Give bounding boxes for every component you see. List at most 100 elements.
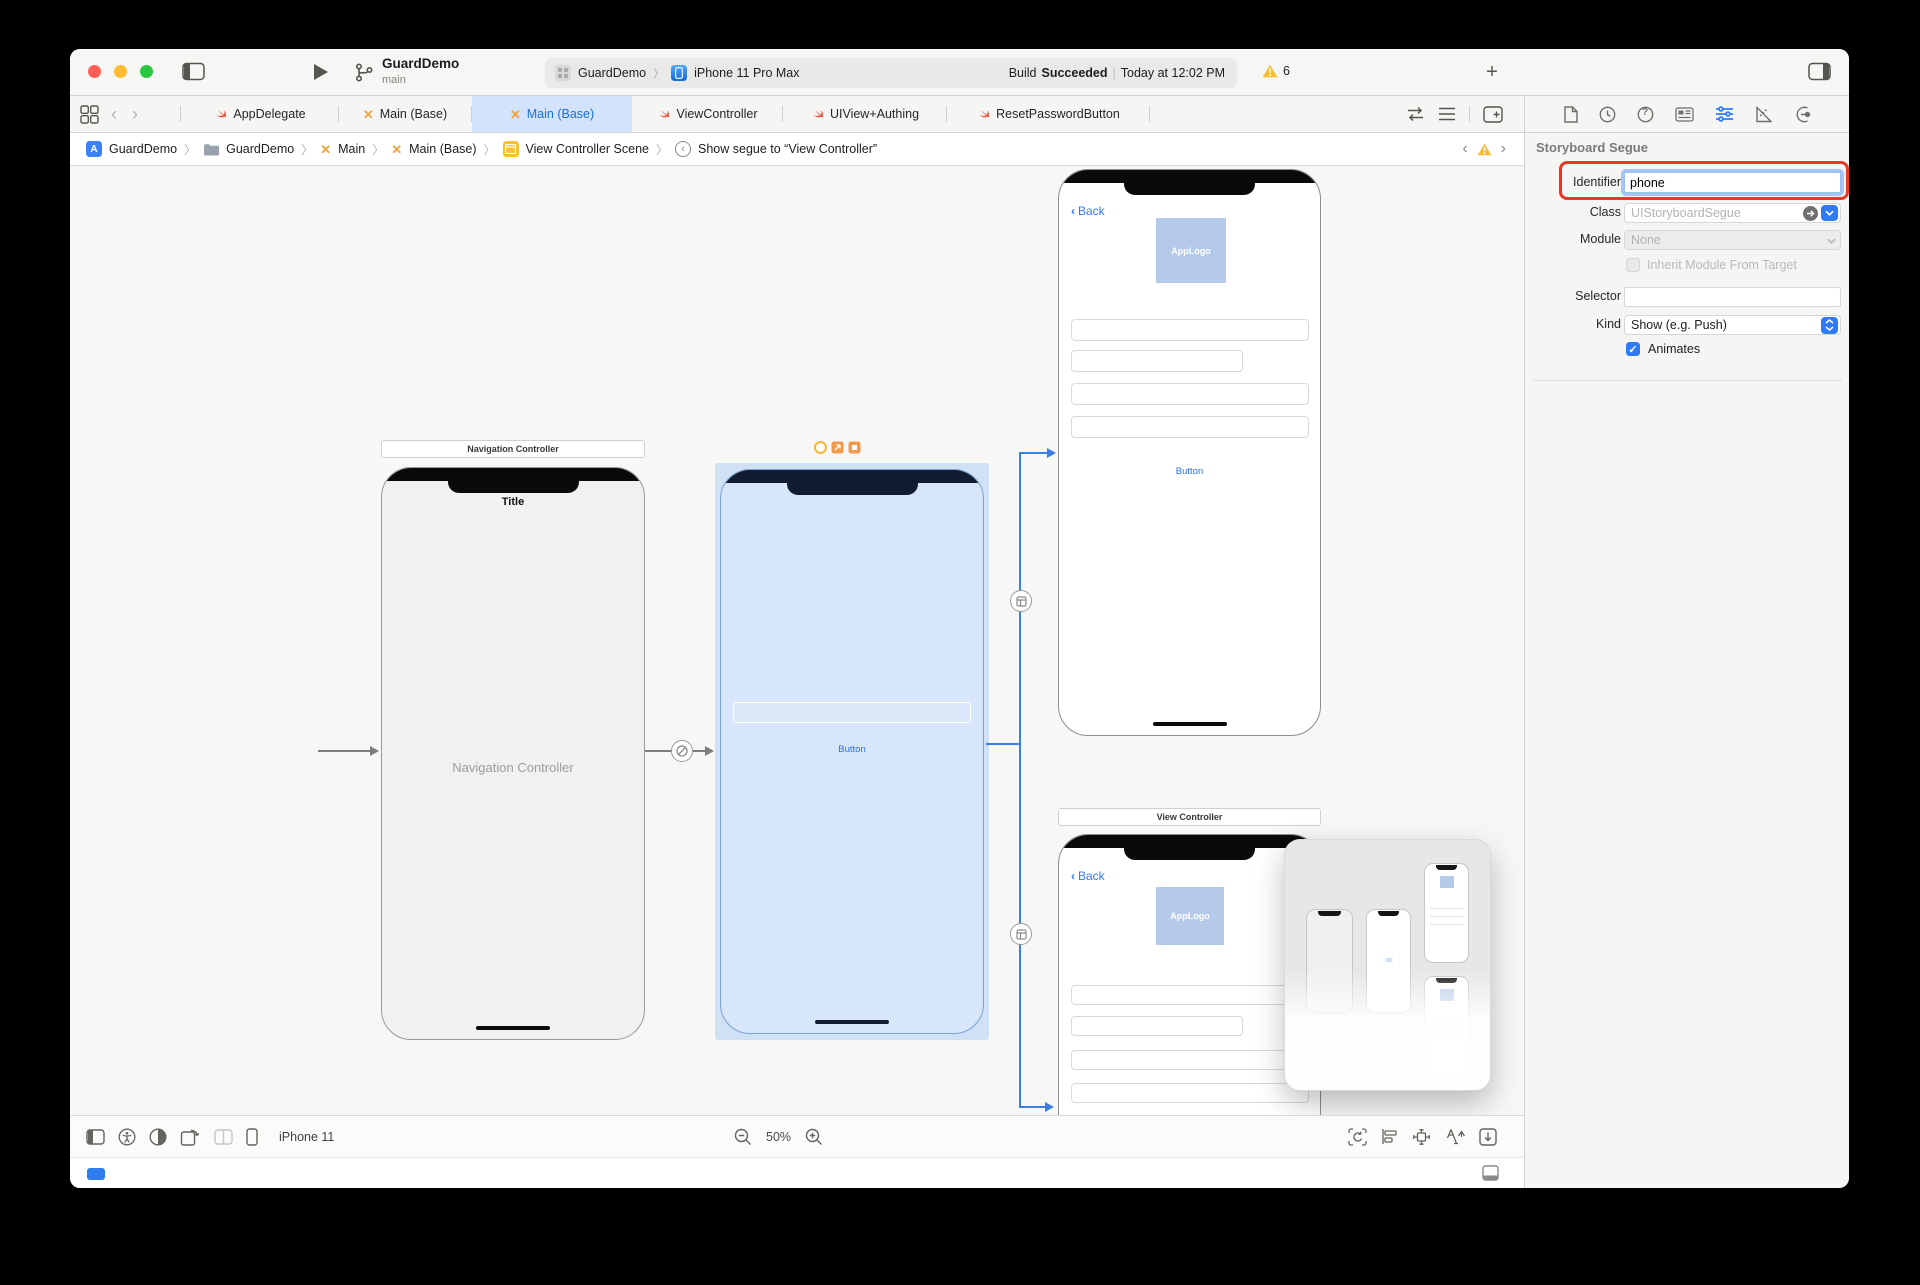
help-inspector-icon[interactable]: ? bbox=[1637, 106, 1654, 123]
tab-main-base-2-selected[interactable]: ✕ Main (Base) bbox=[472, 96, 632, 132]
class-combobox[interactable]: UIStoryboardSegue bbox=[1624, 203, 1841, 223]
connections-inspector-icon[interactable] bbox=[1793, 106, 1811, 123]
split-view-icon[interactable] bbox=[214, 1129, 233, 1145]
back-button[interactable]: ‹Back bbox=[1071, 204, 1105, 218]
text-field[interactable] bbox=[1071, 1050, 1309, 1070]
left-sidebar-toggle-icon[interactable] bbox=[182, 62, 206, 82]
vc-scene-titlebar[interactable]: View Controller bbox=[1058, 808, 1321, 826]
inherit-module-checkbox[interactable] bbox=[1626, 258, 1640, 272]
run-project-label: GuardDemo bbox=[578, 66, 646, 80]
first-responder-dock-icon[interactable] bbox=[831, 441, 844, 454]
class-dropdown-icon[interactable] bbox=[1821, 205, 1838, 221]
text-field[interactable] bbox=[1071, 350, 1243, 372]
kind-value: Show (e.g. Push) bbox=[1631, 318, 1727, 332]
text-field[interactable] bbox=[1071, 985, 1309, 1005]
device-name[interactable]: iPhone 11 bbox=[279, 1130, 334, 1144]
code-review-icon[interactable] bbox=[1406, 106, 1425, 122]
update-frames-icon[interactable] bbox=[1348, 1128, 1367, 1146]
canvas-minimap[interactable] bbox=[1284, 839, 1491, 1091]
activity-view[interactable]: Build Succeeded | Today at 12:02 PM bbox=[1009, 58, 1225, 88]
chevron-separator-icon: 〉 bbox=[484, 141, 496, 158]
warning-badge[interactable]: 6 bbox=[1262, 64, 1290, 78]
warning-icon[interactable] bbox=[1477, 143, 1492, 156]
animates-checkbox[interactable]: ✓ bbox=[1626, 342, 1640, 356]
size-inspector-icon[interactable] bbox=[1755, 106, 1772, 123]
selected-view-controller-phone[interactable]: Button bbox=[720, 469, 984, 1034]
resolve-layout-icon[interactable] bbox=[1445, 1128, 1465, 1145]
exit-dock-icon[interactable] bbox=[848, 441, 861, 454]
debug-app-chip[interactable] bbox=[87, 1168, 105, 1180]
align-icon[interactable] bbox=[1381, 1128, 1398, 1145]
crumb-main-base[interactable]: Main (Base) bbox=[409, 142, 476, 156]
kind-popup[interactable]: Show (e.g. Push) bbox=[1624, 315, 1841, 335]
detail-view-controller-phone[interactable]: ‹Back AppLogo Button bbox=[1058, 169, 1321, 736]
kind-stepper-icon[interactable] bbox=[1821, 317, 1838, 334]
minimize-traffic-light[interactable] bbox=[114, 65, 127, 78]
appearance-toggle-icon[interactable] bbox=[149, 1128, 167, 1146]
file-inspector-icon[interactable] bbox=[1564, 106, 1578, 123]
issue-back-icon[interactable]: ‹ bbox=[1462, 140, 1467, 158]
nav-scene-titlebar[interactable]: Navigation Controller bbox=[381, 440, 645, 458]
history-inspector-icon[interactable] bbox=[1599, 106, 1616, 123]
navigation-controller-phone[interactable]: Title Navigation Controller bbox=[381, 467, 645, 1040]
accessibility-icon[interactable] bbox=[118, 1128, 136, 1146]
text-field[interactable] bbox=[1071, 1016, 1243, 1036]
text-field[interactable] bbox=[1071, 1083, 1309, 1103]
app-logo-view[interactable]: AppLogo bbox=[1156, 887, 1224, 945]
second-view-controller-phone[interactable]: ‹Back AppLogo bbox=[1058, 834, 1321, 1115]
text-field[interactable] bbox=[1071, 383, 1309, 405]
tab-appdelegate[interactable]: AppDelegate bbox=[181, 96, 338, 132]
class-jump-arrow-icon[interactable] bbox=[1803, 206, 1818, 221]
add-editor-icon[interactable] bbox=[1483, 106, 1503, 123]
back-nav-icon[interactable]: ‹ bbox=[108, 104, 120, 125]
back-button[interactable]: ‹Back bbox=[1071, 869, 1105, 883]
right-sidebar-toggle-icon[interactable] bbox=[1808, 62, 1832, 82]
crumb-scene[interactable]: View Controller Scene bbox=[526, 142, 649, 156]
quick-help-inspector-icon[interactable] bbox=[1675, 107, 1694, 122]
issue-forward-icon[interactable]: › bbox=[1501, 140, 1506, 158]
new-tab-button[interactable]: + bbox=[1480, 59, 1504, 85]
zoom-traffic-light[interactable] bbox=[140, 65, 153, 78]
tab-viewcontroller[interactable]: ViewController bbox=[632, 96, 782, 132]
zoom-level[interactable]: 50% bbox=[766, 1130, 791, 1144]
tab-resetpasswordbutton[interactable]: ResetPasswordButton bbox=[947, 96, 1149, 132]
forward-nav-icon[interactable]: › bbox=[129, 104, 141, 125]
scheme-name[interactable]: GuardDemo bbox=[382, 56, 459, 71]
relationship-segue-icon[interactable] bbox=[671, 740, 693, 762]
crumb-segue[interactable]: Show segue to “View Controller” bbox=[698, 142, 877, 156]
zoom-in-icon[interactable] bbox=[805, 1128, 823, 1146]
selector-input[interactable] bbox=[1624, 287, 1841, 307]
scheme-destination-pill[interactable]: GuardDemo 〉 iPhone 11 Pro Max Build Succ… bbox=[545, 58, 1237, 88]
view-controller-dock-icon[interactable] bbox=[814, 441, 827, 454]
document-outline-toggle-icon[interactable] bbox=[86, 1129, 105, 1145]
text-field[interactable] bbox=[1071, 416, 1309, 438]
tab-main-base-1[interactable]: ✕ Main (Base) bbox=[339, 96, 471, 132]
app-logo-view[interactable]: AppLogo bbox=[1156, 218, 1226, 283]
button[interactable]: Button bbox=[1059, 466, 1320, 477]
orientation-icon[interactable] bbox=[180, 1127, 201, 1146]
module-dropdown[interactable]: None bbox=[1624, 230, 1841, 250]
embed-icon[interactable] bbox=[1479, 1128, 1497, 1146]
zoom-out-icon[interactable] bbox=[734, 1128, 752, 1146]
crumb-group[interactable]: GuardDemo bbox=[226, 142, 294, 156]
status-bar bbox=[382, 468, 644, 481]
crumb-main[interactable]: Main bbox=[338, 142, 365, 156]
close-traffic-light[interactable] bbox=[88, 65, 101, 78]
tab-overview-grid-icon[interactable] bbox=[80, 105, 99, 124]
show-segue-icon-top[interactable] bbox=[1010, 590, 1032, 612]
run-button[interactable] bbox=[314, 64, 328, 80]
crumb-project[interactable]: GuardDemo bbox=[109, 142, 177, 156]
branch-name[interactable]: main bbox=[382, 74, 406, 86]
device-icon[interactable] bbox=[246, 1128, 258, 1146]
show-segue-icon-bottom[interactable] bbox=[1010, 923, 1032, 945]
tab-uiview-authing[interactable]: UIView+Authing bbox=[783, 96, 946, 132]
text-field[interactable] bbox=[733, 702, 971, 723]
add-constraints-icon[interactable] bbox=[1412, 1128, 1431, 1146]
storyboard-canvas[interactable]: Navigation Controller Title Navigation C… bbox=[70, 166, 1524, 1115]
text-field[interactable] bbox=[1071, 319, 1309, 341]
button[interactable]: Button bbox=[721, 744, 983, 755]
editor-options-icon[interactable] bbox=[1438, 106, 1456, 122]
debug-area-toggle-icon[interactable] bbox=[1482, 1165, 1499, 1181]
identifier-input[interactable] bbox=[1624, 172, 1841, 193]
attributes-inspector-icon[interactable] bbox=[1715, 106, 1734, 122]
